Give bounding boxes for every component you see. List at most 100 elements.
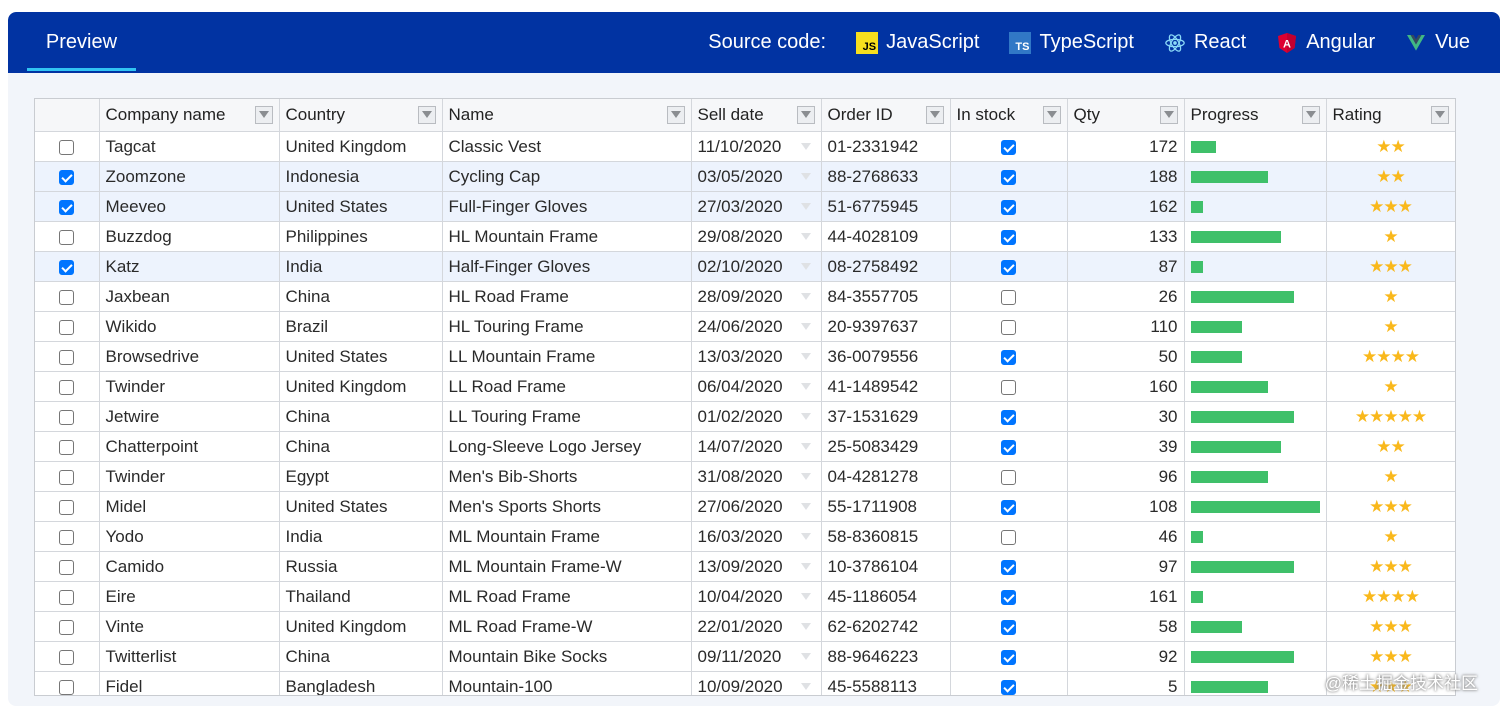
cell-order-id[interactable]: 45-5588113 (821, 671, 951, 695)
row-select-checkbox[interactable] (59, 289, 75, 305)
cell-country[interactable]: Brazil (279, 311, 443, 342)
table-row[interactable]: Twitterlist China Mountain Bike Socks 09/11… (35, 641, 1455, 672)
cell-sell-date[interactable]: 13/09/2020 (691, 551, 822, 582)
cell-qty[interactable]: 58 (1067, 611, 1185, 642)
in-stock-checkbox[interactable] (1001, 379, 1016, 395)
cell-rating[interactable]: ★★★ (1326, 551, 1455, 582)
cell-sell-date[interactable]: 10/09/2020 (691, 671, 822, 695)
in-stock-checkbox[interactable] (1001, 349, 1016, 365)
table-row[interactable]: Tagcat United Kingdom Classic Vest 11/10/20… (35, 131, 1455, 162)
filter-dropdown-icon[interactable] (1301, 106, 1320, 124)
cell-name[interactable]: Mountain-100 (442, 671, 692, 695)
cell-sell-date[interactable]: 10/04/2020 (691, 581, 822, 612)
table-row[interactable]: Fidel Bangladesh Mountain-100 10/09/2020 45-… (35, 671, 1455, 695)
date-dropdown-icon[interactable] (800, 533, 811, 540)
cell-country[interactable]: China (279, 641, 443, 672)
row-select-checkbox[interactable] (59, 469, 75, 485)
table-row[interactable]: Camido Russia ML Mountain Frame-W 13/09/202… (35, 551, 1455, 582)
cell-company[interactable]: Zoomzone (99, 161, 280, 192)
cell-rating[interactable]: ★★★ (1326, 611, 1455, 642)
in-stock-checkbox[interactable] (1001, 649, 1016, 665)
date-dropdown-icon[interactable] (800, 443, 811, 450)
cell-order-id[interactable]: 88-2768633 (821, 161, 951, 192)
row-select-checkbox[interactable] (59, 589, 75, 605)
cell-qty[interactable]: 92 (1067, 641, 1185, 672)
table-row[interactable]: Midel United States Men's Sports Shorts 27/… (35, 491, 1455, 522)
in-stock-checkbox[interactable] (1001, 169, 1016, 185)
filter-dropdown-icon[interactable] (925, 106, 944, 124)
in-stock-checkbox[interactable] (1001, 559, 1016, 575)
row-select-checkbox[interactable] (59, 409, 75, 425)
cell-company[interactable]: Wikido (99, 311, 280, 342)
cell-qty[interactable]: 96 (1067, 461, 1185, 492)
cell-name[interactable]: HL Mountain Frame (442, 221, 692, 252)
cell-sell-date[interactable]: 27/03/2020 (691, 191, 822, 222)
cell-order-id[interactable]: 08-2758492 (821, 251, 951, 282)
date-dropdown-icon[interactable] (800, 653, 811, 660)
cell-company[interactable]: Fidel (99, 671, 280, 695)
table-row[interactable]: Jetwire China LL Touring Frame 01/02/2020 37… (35, 401, 1455, 432)
row-select-checkbox[interactable] (59, 619, 75, 635)
table-row[interactable]: Twinder Egypt Men's Bib-Shorts 31/08/2020 04… (35, 461, 1455, 492)
column-header-name[interactable]: Name (442, 99, 692, 132)
cell-rating[interactable]: ★★★ (1326, 251, 1455, 282)
column-header-rating[interactable]: Rating (1326, 99, 1455, 132)
filter-dropdown-icon[interactable] (796, 106, 815, 124)
row-select-checkbox[interactable] (59, 139, 75, 155)
in-stock-checkbox[interactable] (1001, 259, 1016, 275)
row-select-checkbox[interactable] (59, 319, 75, 335)
cell-order-id[interactable]: 44-4028109 (821, 221, 951, 252)
cell-country[interactable]: United Kingdom (279, 131, 443, 162)
date-dropdown-icon[interactable] (800, 623, 811, 630)
table-row[interactable]: Eire Thailand ML Road Frame 10/04/2020 45-11… (35, 581, 1455, 612)
table-row[interactable]: Katz India Half-Finger Gloves 02/10/2020 08-… (35, 251, 1455, 282)
cell-sell-date[interactable]: 01/02/2020 (691, 401, 822, 432)
row-select-checkbox[interactable] (59, 649, 75, 665)
cell-rating[interactable]: ★ (1326, 311, 1455, 342)
cell-country[interactable]: Thailand (279, 581, 443, 612)
cell-qty[interactable]: 5 (1067, 671, 1185, 695)
row-select-checkbox[interactable] (59, 229, 75, 245)
column-header-in-stock[interactable]: In stock (950, 99, 1068, 132)
cell-company[interactable]: Katz (99, 251, 280, 282)
cell-rating[interactable]: ★★ (1326, 431, 1455, 462)
cell-order-id[interactable]: 55-1711908 (821, 491, 951, 522)
table-row[interactable]: Browsedrive United States LL Mountain Fram… (35, 341, 1455, 372)
cell-qty[interactable]: 188 (1067, 161, 1185, 192)
in-stock-checkbox[interactable] (1001, 529, 1016, 545)
date-dropdown-icon[interactable] (800, 203, 811, 210)
cell-qty[interactable]: 39 (1067, 431, 1185, 462)
typescript-link[interactable]: TS TypeScript (1009, 31, 1134, 54)
cell-country[interactable]: United Kingdom (279, 371, 443, 402)
column-header-progress[interactable]: Progress (1184, 99, 1327, 132)
cell-rating[interactable]: ★★★ (1326, 491, 1455, 522)
row-select-checkbox[interactable] (59, 499, 75, 515)
cell-order-id[interactable]: 58-8360815 (821, 521, 951, 552)
row-select-checkbox[interactable] (59, 259, 75, 275)
table-row[interactable]: Wikido Brazil HL Touring Frame 24/06/2020 20… (35, 311, 1455, 342)
cell-qty[interactable]: 172 (1067, 131, 1185, 162)
vue-link[interactable]: Vue (1405, 31, 1470, 54)
cell-country[interactable]: United States (279, 491, 443, 522)
cell-qty[interactable]: 26 (1067, 281, 1185, 312)
cell-name[interactable]: LL Mountain Frame (442, 341, 692, 372)
row-select-checkbox[interactable] (59, 199, 75, 215)
cell-name[interactable]: Long-Sleeve Logo Jersey (442, 431, 692, 462)
cell-sell-date[interactable]: 13/03/2020 (691, 341, 822, 372)
cell-sell-date[interactable]: 06/04/2020 (691, 371, 822, 402)
cell-qty[interactable]: 50 (1067, 341, 1185, 372)
cell-company[interactable]: Twitterlist (99, 641, 280, 672)
cell-sell-date[interactable]: 22/01/2020 (691, 611, 822, 642)
date-dropdown-icon[interactable] (800, 383, 811, 390)
in-stock-checkbox[interactable] (1001, 409, 1016, 425)
cell-name[interactable]: HL Road Frame (442, 281, 692, 312)
cell-sell-date[interactable]: 14/07/2020 (691, 431, 822, 462)
cell-company[interactable]: Eire (99, 581, 280, 612)
column-header-qty[interactable]: Qty (1067, 99, 1185, 132)
table-row[interactable]: Zoomzone Indonesia Cycling Cap 03/05/2020 88… (35, 161, 1455, 192)
filter-dropdown-icon[interactable] (1430, 106, 1449, 124)
row-select-checkbox[interactable] (59, 349, 75, 365)
cell-name[interactable]: Classic Vest (442, 131, 692, 162)
in-stock-checkbox[interactable] (1001, 199, 1016, 215)
column-header-company[interactable]: Company name (99, 99, 280, 132)
